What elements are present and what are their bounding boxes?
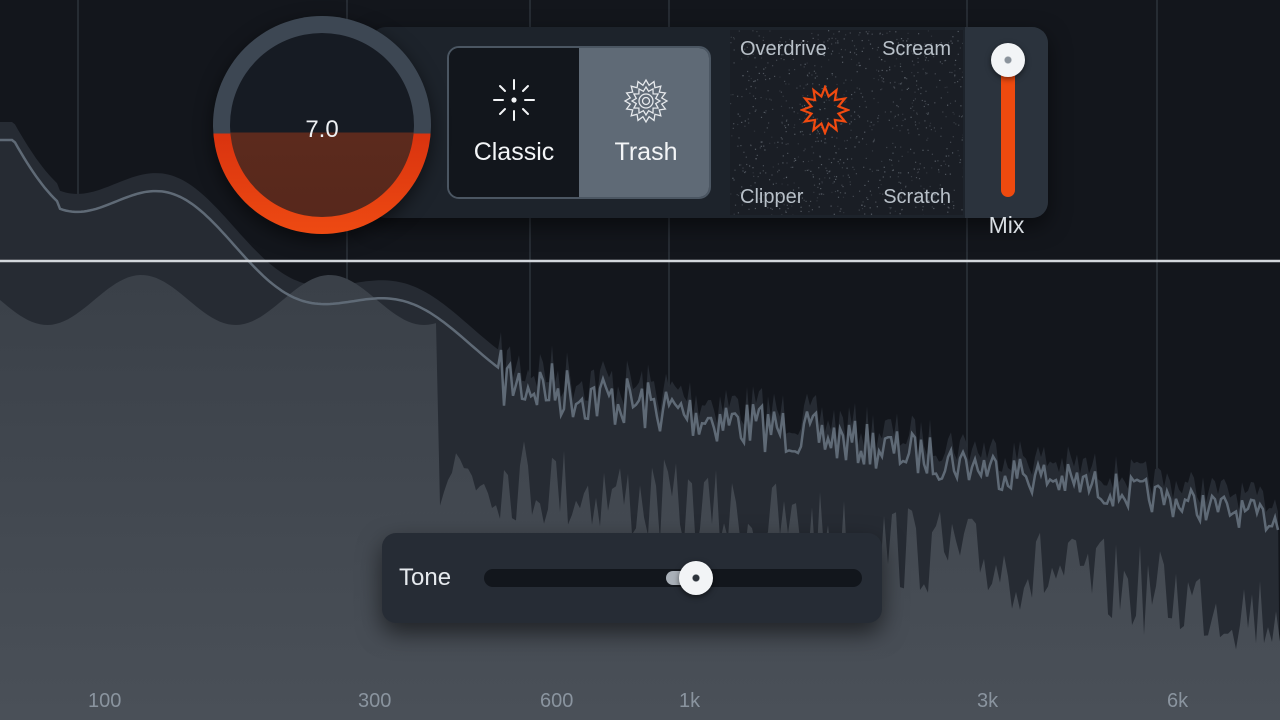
mix-label: Mix (988, 212, 1025, 238)
xy-label-clipper: Clipper (740, 186, 804, 208)
mode-selector: Classic Trash (447, 46, 711, 199)
freq-label-300: 300 (358, 690, 392, 712)
xy-label-overdrive: Overdrive (740, 38, 827, 60)
freq-label-100: 100 (88, 690, 122, 712)
xy-label-scream: Scream (882, 38, 951, 60)
tone-label: Tone (399, 564, 452, 591)
freq-label-600: 600 (540, 690, 574, 712)
tone-control: Tone (382, 533, 882, 623)
mix-slider-thumb[interactable] (991, 43, 1025, 77)
mode-trash-label: Trash (614, 138, 678, 166)
tone-slider-track[interactable] (484, 569, 862, 587)
xy-label-scratch: Scratch (883, 186, 951, 208)
freq-label-6k: 6k (1167, 690, 1189, 712)
sparkle-icon (492, 78, 536, 127)
mix-slider-track[interactable] (1001, 67, 1015, 197)
drive-knob[interactable]: 7.0 (213, 16, 431, 234)
mode-trash-button[interactable]: Trash (579, 48, 709, 197)
starburst-icon[interactable] (798, 83, 852, 140)
mode-classic-label: Classic (473, 138, 555, 166)
xy-pad[interactable]: Overdrive Scream Clipper Scratch (730, 30, 963, 215)
mode-classic-button[interactable]: Classic (449, 48, 579, 197)
drive-knob-value: 7.0 (305, 116, 339, 143)
freq-label-1k: 1k (679, 690, 701, 712)
tone-slider-thumb[interactable] (678, 561, 713, 595)
freq-label-3k: 3k (977, 690, 999, 712)
mandala-icon (623, 78, 669, 129)
mix-control: Mix (965, 27, 1048, 238)
